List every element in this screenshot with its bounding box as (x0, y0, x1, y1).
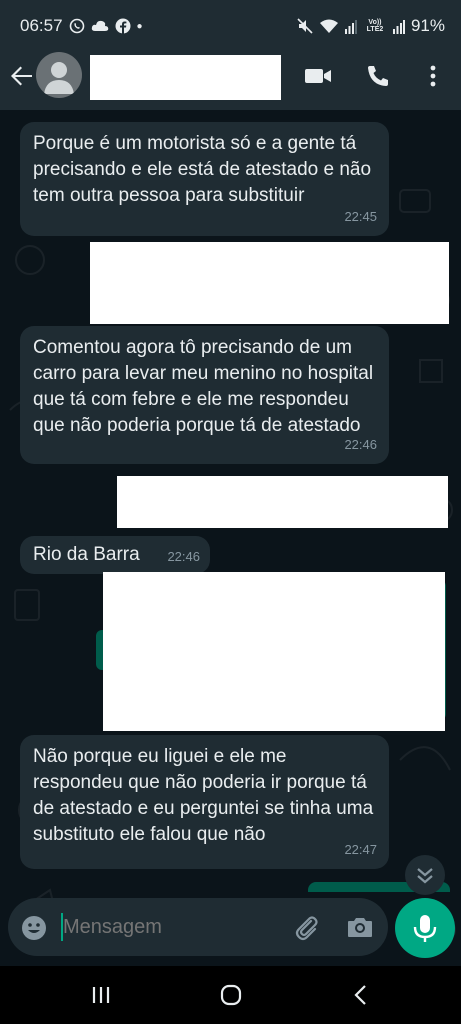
status-bar-right: Vo)) LTE2 91% (297, 16, 445, 36)
emoji-icon[interactable] (20, 914, 48, 942)
message-outgoing-redacted[interactable] (103, 572, 445, 731)
contact-name[interactable] (90, 55, 281, 100)
signal-icon-2 (392, 20, 405, 34)
chat-area[interactable]: Porque é um motorista só e a gente tá pr… (0, 110, 461, 965)
dot-icon: ● (136, 20, 143, 32)
status-time: 06:57 (20, 16, 63, 35)
mic-icon (413, 915, 437, 942)
input-bar (0, 886, 461, 966)
battery-percent: 91% (410, 16, 445, 35)
message-text: Comentou agora tô precisando de um carro… (33, 337, 374, 436)
status-bar: 06:57 ● Vo)) LTE2 91% (0, 0, 461, 52)
mute-icon (297, 18, 313, 34)
message-input[interactable] (63, 898, 283, 956)
message-text: Não porque eu liguei e ele me respondeu … (33, 746, 374, 845)
wifi-icon (319, 19, 338, 33)
volte-label: Vo)) LTE2 (366, 19, 384, 33)
signal-icon (344, 20, 357, 34)
message-text: Rio da Barra (33, 544, 140, 565)
facebook-icon (115, 18, 131, 34)
avatar-icon (44, 62, 74, 94)
message-incoming[interactable]: Não porque eu liguei e ele me respondeu … (20, 735, 389, 869)
whatsapp-icon (69, 18, 84, 34)
system-nav-bar (0, 966, 461, 1024)
camera-icon[interactable] (345, 912, 375, 942)
cloud-icon (91, 20, 108, 31)
message-outgoing-redacted[interactable] (90, 242, 449, 324)
message-input-container[interactable] (8, 898, 388, 956)
video-call-icon[interactable] (303, 62, 333, 90)
message-incoming[interactable]: Porque é um motorista só e a gente tá pr… (20, 122, 389, 236)
message-incoming[interactable]: Comentou agora tô precisando de um carro… (20, 326, 389, 464)
message-time: 22:46 (167, 549, 200, 564)
attach-icon[interactable] (291, 912, 321, 942)
avatar[interactable] (36, 52, 82, 98)
chat-header (0, 52, 461, 110)
message-outgoing-redacted[interactable] (117, 476, 448, 528)
message-time: 22:46 (344, 437, 377, 452)
message-time: 22:47 (344, 842, 377, 857)
back-icon[interactable] (346, 980, 376, 1010)
message-time: 22:45 (344, 209, 377, 224)
message-text: Porque é um motorista só e a gente tá pr… (33, 133, 372, 206)
recents-icon[interactable] (86, 980, 116, 1010)
more-vert-icon[interactable] (418, 62, 448, 90)
back-arrow-icon[interactable] (8, 62, 36, 90)
status-bar-left: 06:57 ● (20, 16, 143, 36)
mic-button[interactable] (395, 898, 455, 958)
phone-icon[interactable] (364, 62, 394, 90)
message-incoming[interactable]: Rio da Barra 22:46 (20, 536, 210, 574)
home-icon[interactable] (216, 980, 246, 1010)
